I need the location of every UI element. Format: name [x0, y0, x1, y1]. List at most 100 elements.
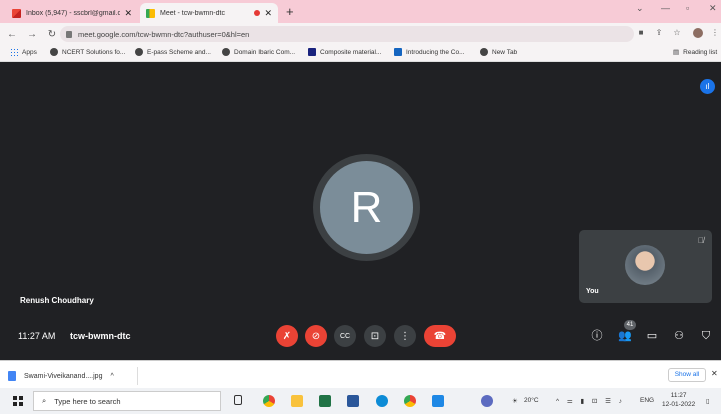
self-avatar: [625, 245, 665, 285]
gmail-icon: [12, 8, 21, 18]
globe-icon: [50, 48, 58, 56]
info-icon[interactable]: ⓘ: [590, 329, 604, 343]
download-filename: Swami-Viveikanand....jpg: [24, 372, 103, 380]
notifications-icon[interactable]: ▯: [706, 397, 710, 405]
hang-up-icon: ☎: [433, 330, 447, 342]
meet-icon: [146, 8, 155, 18]
close-tab-icon[interactable]: ✕: [124, 8, 132, 19]
bookmark-item[interactable]: Introducing the Co...: [394, 48, 465, 56]
profile-avatar[interactable]: [693, 28, 703, 38]
camera-off-icon: ⊘: [311, 330, 321, 342]
system-tray-icons[interactable]: ^ ⚌ ▮ ⊡ ☰ ♪: [556, 397, 625, 405]
forward-arrow-icon[interactable]: →: [24, 29, 40, 40]
word-icon[interactable]: [347, 395, 359, 407]
leave-call-button[interactable]: ☎: [424, 325, 456, 347]
share-icon[interactable]: ⇪: [654, 28, 664, 38]
bookmarks-bar: Apps NCERT Solutions fo... E-pass Scheme…: [0, 45, 721, 62]
camera-toggle-button[interactable]: ⊘: [305, 325, 327, 347]
url-text: meet.google.com/tcw-bwmn-dtc?authuser=0&…: [78, 29, 250, 39]
chat-icon[interactable]: ▭: [645, 329, 659, 343]
close-tab-icon[interactable]: ✕: [264, 8, 272, 19]
reading-list[interactable]: ▤ Reading list: [673, 48, 717, 57]
show-all-button[interactable]: Show all: [668, 368, 706, 382]
chrome-icon[interactable]: [404, 395, 416, 407]
chrome-icon[interactable]: [263, 395, 275, 407]
bookmark-item[interactable]: NCERT Solutions fo...: [50, 48, 125, 56]
captions-button[interactable]: CC: [334, 325, 356, 347]
language-indicator[interactable]: ENG: [640, 397, 654, 404]
file-explorer-icon[interactable]: [291, 395, 303, 407]
bookmark-item[interactable]: New Tab: [480, 48, 517, 56]
people-icon[interactable]: 👥: [618, 329, 632, 343]
tab-title: Meet - tcw-bwmn-dtc: [160, 9, 225, 17]
address-bar[interactable]: meet.google.com/tcw-bwmn-dtc?authuser=0&…: [60, 26, 634, 42]
present-icon: ⊡: [370, 330, 380, 342]
present-button[interactable]: ⊡: [364, 325, 386, 347]
task-view-icon[interactable]: [234, 395, 242, 405]
app-icon[interactable]: [481, 395, 493, 407]
meet-stage: ıl R Renush Choudhary 🎙̸ You 11:27 AM tc…: [0, 63, 721, 355]
bookmark-item[interactable]: Domain Ibaric Com...: [222, 48, 295, 56]
more-vert-icon: ⋮: [400, 330, 410, 342]
search-icon: ⌕: [42, 396, 47, 405]
mic-off-icon: ✗: [282, 330, 292, 342]
windows-taskbar: ⌕ Type here to search ☀ 20°C ^ ⚌ ▮ ⊡ ☰ ♪…: [0, 388, 721, 414]
chevron-up-icon[interactable]: ^: [110, 373, 113, 380]
participant-avatar: R: [320, 161, 413, 254]
download-item[interactable]: Swami-Viveikanand....jpg ^: [8, 367, 138, 385]
recording-icon: [254, 10, 261, 16]
tab-gmail[interactable]: Inbox (5,947) - sscbrl@gmail.co ✕: [6, 3, 138, 23]
clock-time: 11:27: [670, 392, 687, 399]
host-controls-icon[interactable]: ⛉: [699, 329, 713, 343]
more-options-button[interactable]: ⋮: [394, 325, 416, 347]
taskbar-search-input[interactable]: ⌕ Type here to search: [33, 391, 221, 411]
bookmark-item[interactable]: Composite material...: [308, 48, 381, 56]
bookmark-apps[interactable]: Apps: [10, 48, 37, 56]
mic-off-icon: 🎙̸: [698, 236, 704, 245]
close-window-button[interactable]: ✕: [709, 3, 717, 14]
windows-start-icon[interactable]: [13, 396, 23, 406]
self-view-tile[interactable]: 🎙̸ You: [579, 230, 712, 303]
browser-tab-strip: Inbox (5,947) - sscbrl@gmail.co ✕ Meet -…: [0, 0, 721, 23]
globe-icon: [135, 48, 143, 56]
apps-grid-icon: [10, 48, 18, 56]
close-downloads-icon[interactable]: ✕: [711, 369, 718, 378]
tab-title: Inbox (5,947) - sscbrl@gmail.co: [26, 9, 121, 17]
globe-icon: [222, 48, 230, 56]
navigation-bar: ← → ↻ meet.google.com/tcw-bwmn-dtc?authu…: [0, 23, 721, 45]
captions-icon: CC: [339, 332, 351, 340]
bookmark-star-icon[interactable]: ☆: [672, 28, 682, 38]
reading-list-icon: ▤: [673, 49, 680, 56]
lock-icon: [66, 30, 72, 38]
maximize-button[interactable]: ▫: [686, 3, 689, 13]
camera-icon[interactable]: ■: [636, 28, 646, 38]
site-icon: [394, 48, 402, 56]
weather-temp: 20°C: [524, 397, 539, 404]
tab-meet[interactable]: Meet - tcw-bwmn-dtc ✕: [140, 3, 278, 23]
photos-icon[interactable]: [432, 395, 444, 407]
image-file-icon: [8, 371, 16, 381]
search-placeholder: Type here to search: [54, 396, 121, 406]
weather-icon: ☀: [512, 398, 518, 405]
downloads-bar: Swami-Viveikanand....jpg ^ Show all ✕: [0, 360, 721, 388]
meeting-code: tcw-bwmn-dtc: [70, 331, 131, 341]
back-arrow-icon[interactable]: ←: [4, 29, 20, 40]
mic-toggle-button[interactable]: ✗: [276, 325, 298, 347]
minimize-button[interactable]: —: [661, 3, 670, 13]
speaking-indicator-icon: ıl: [700, 79, 715, 94]
edge-icon[interactable]: [376, 395, 388, 407]
taskbar-clock[interactable]: 11:27 12-01-2022: [662, 391, 695, 409]
tab-search-icon[interactable]: ⌄: [636, 3, 644, 14]
self-label: You: [586, 288, 599, 295]
menu-icon[interactable]: ⋮: [710, 28, 720, 38]
meeting-time: 11:27 AM: [18, 331, 56, 341]
excel-icon[interactable]: [319, 395, 331, 407]
activities-icon[interactable]: ⚇: [672, 329, 686, 343]
speaker-name: Renush Choudhary: [20, 296, 94, 305]
new-tab-button[interactable]: +: [286, 3, 294, 23]
doc-icon: [308, 48, 316, 56]
reload-icon[interactable]: ↻: [44, 29, 60, 40]
clock-date: 12-01-2022: [662, 401, 696, 408]
globe-icon: [480, 48, 488, 56]
bookmark-item[interactable]: E-pass Scheme and...: [135, 48, 211, 56]
